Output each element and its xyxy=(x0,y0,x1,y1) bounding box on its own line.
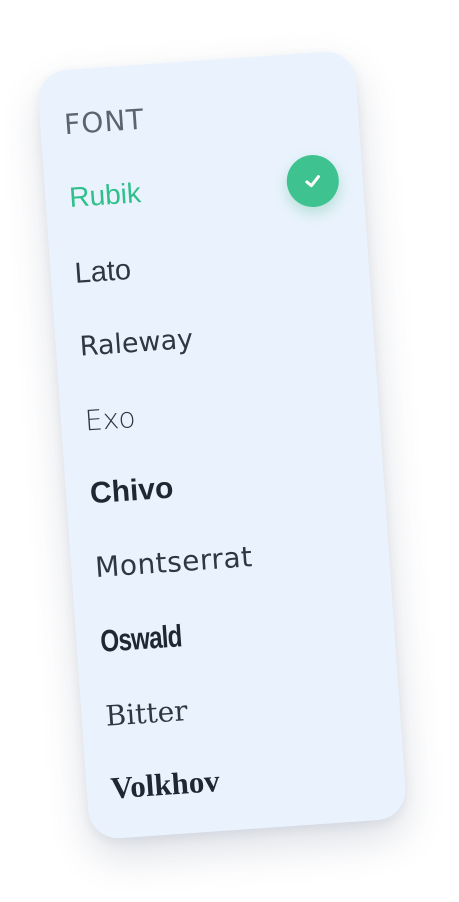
font-option-volkhov[interactable]: Volkhov xyxy=(109,740,383,819)
font-option-label: Bitter xyxy=(104,693,189,733)
checkmark-icon xyxy=(285,153,341,209)
font-option-label: Oswald xyxy=(99,618,183,659)
font-option-montserrat[interactable]: Montserrat xyxy=(93,518,367,597)
font-option-label: Lato xyxy=(73,253,133,290)
font-option-label: Raleway xyxy=(78,323,195,363)
font-option-bitter[interactable]: Bitter xyxy=(104,667,378,746)
font-option-raleway[interactable]: Raleway xyxy=(78,298,352,377)
font-option-lato[interactable]: Lato xyxy=(73,225,347,304)
font-option-oswald[interactable]: Oswald xyxy=(98,597,312,672)
font-list: Rubik Lato Raleway Exo Chivo Montserrat … xyxy=(37,50,408,840)
font-option-label: Chivo xyxy=(88,471,175,511)
font-option-chivo[interactable]: Chivo xyxy=(88,446,362,525)
font-option-label: Rubik xyxy=(68,177,142,214)
font-option-rubik[interactable]: Rubik xyxy=(67,149,341,228)
font-option-label: Exo xyxy=(83,400,137,437)
font-option-label: Volkhov xyxy=(109,763,221,806)
checkmark-glyph xyxy=(305,175,321,188)
font-picker-panel: FONT Rubik Lato Raleway Exo Chivo Montse… xyxy=(36,49,408,841)
stage: FONT Rubik Lato Raleway Exo Chivo Montse… xyxy=(0,0,459,902)
font-option-label: Montserrat xyxy=(94,539,254,584)
font-option-exo[interactable]: Exo xyxy=(83,372,357,451)
